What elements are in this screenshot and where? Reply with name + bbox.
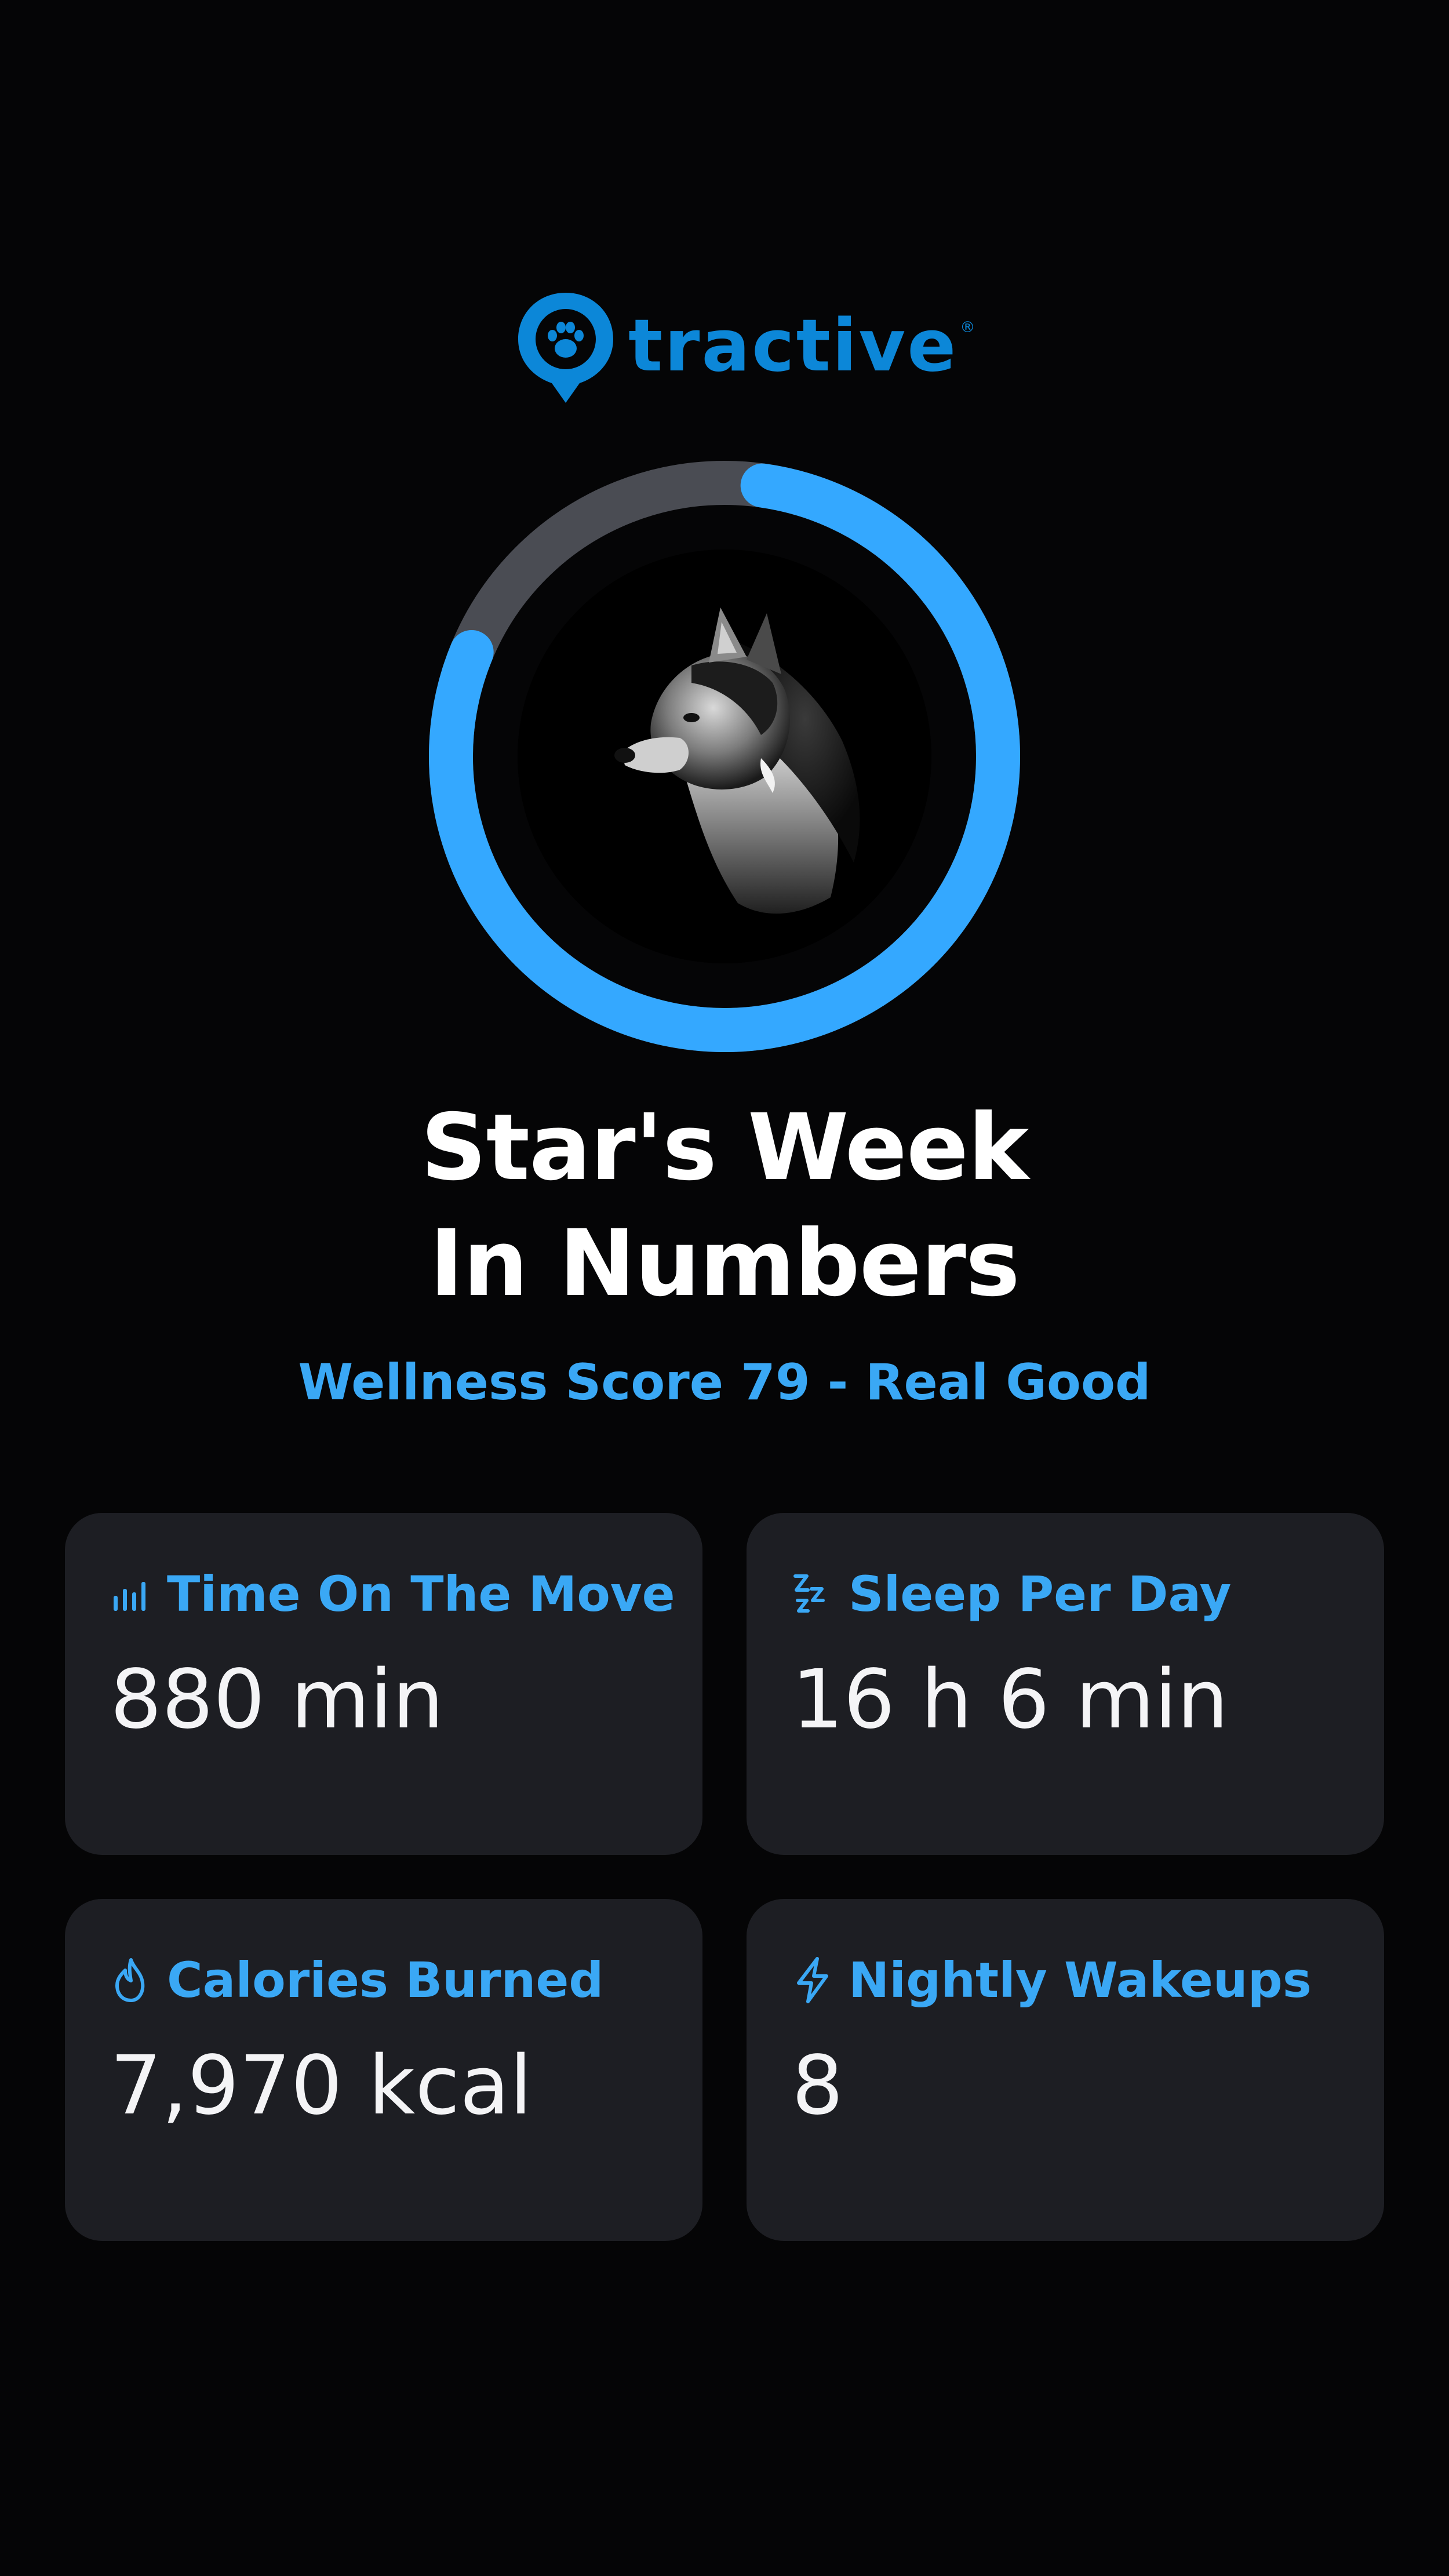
- stat-card-calories-burned: Calories Burned 7,970 kcal: [65, 1899, 702, 2241]
- husky-dog-portrait: [518, 550, 931, 963]
- activity-bars-icon: [110, 1569, 152, 1619]
- title-line-2: In Numbers: [429, 1210, 1020, 1317]
- stat-value: 880 min: [110, 1653, 444, 1747]
- wellness-score-subtitle: Wellness Score 79 - Real Good: [298, 1354, 1151, 1411]
- stat-card-sleep-per-day: Sleep Per Day 16 h 6 min: [747, 1513, 1384, 1855]
- tractive-logo: tractive ®: [516, 290, 975, 406]
- stat-label: Sleep Per Day: [849, 1566, 1232, 1622]
- brand-name: tractive: [628, 304, 958, 388]
- stat-value: 7,970 kcal: [110, 2039, 533, 2133]
- paw-pin-icon: [518, 293, 613, 403]
- sleep-zzz-icon: [792, 1569, 833, 1619]
- stat-label: Time On The Move: [167, 1566, 675, 1622]
- title-line-1: Star's Week: [420, 1094, 1029, 1201]
- stat-value: 16 h 6 min: [792, 1653, 1229, 1747]
- pet-photo: [518, 550, 931, 963]
- stat-label: Nightly Wakeups: [849, 1952, 1312, 2009]
- page-title: Star's Week In Numbers: [0, 1090, 1449, 1322]
- wellness-score-ring: [429, 461, 1020, 1052]
- stat-card-time-on-the-move: Time On The Move 880 min: [65, 1513, 702, 1855]
- stat-value: 8: [792, 2039, 844, 2133]
- flame-icon: [110, 1955, 152, 2005]
- stat-label: Calories Burned: [167, 1952, 604, 2009]
- lightning-bolt-icon: [792, 1955, 833, 2005]
- stat-card-nightly-wakeups: Nightly Wakeups 8: [747, 1899, 1384, 2241]
- registered-mark: ®: [960, 319, 975, 336]
